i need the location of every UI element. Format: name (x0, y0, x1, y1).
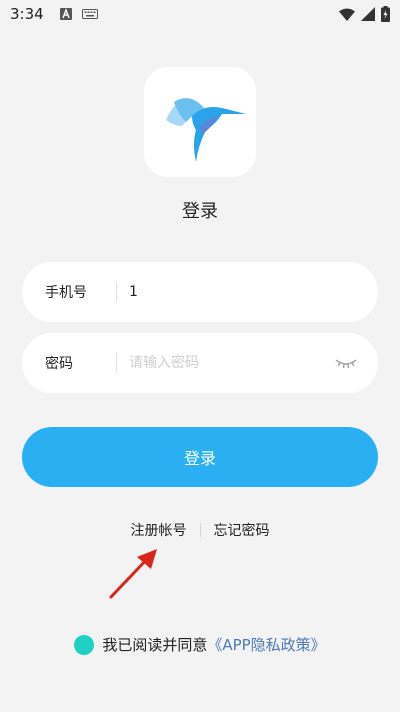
text-a-icon (59, 8, 72, 20)
phone-field-label: 手机号 (45, 285, 87, 301)
password-field[interactable]: 密码 (22, 333, 378, 393)
phone-input[interactable] (117, 262, 378, 322)
login-button[interactable]: 登录 (22, 427, 378, 487)
link-divider (199, 523, 201, 537)
links-row: 注册帐号 忘记密码 (0, 520, 400, 540)
agreement-row: 我已阅读并同意 《APP隐私政策》 (0, 634, 400, 655)
app-logo (144, 67, 256, 177)
status-bar: 3:34 (0, 0, 400, 28)
register-link[interactable]: 注册帐号 (131, 520, 187, 540)
hummingbird-logo-icon (166, 98, 246, 162)
password-field-label: 密码 (45, 356, 73, 372)
wifi-icon (339, 8, 355, 21)
password-input[interactable] (117, 333, 328, 393)
agree-checkbox[interactable] (74, 634, 95, 655)
phone-field[interactable]: 手机号 (22, 262, 378, 322)
status-time: 3:34 (10, 5, 44, 23)
forgot-password-link[interactable]: 忘记密码 (214, 520, 270, 540)
keyboard-icon (81, 8, 98, 20)
battery-charging-icon (381, 6, 390, 22)
eye-closed-icon[interactable] (328, 357, 364, 369)
status-icons-left (59, 8, 98, 20)
privacy-policy-link[interactable]: 《APP隐私政策》 (207, 634, 325, 655)
agreement-text: 我已阅读并同意 (102, 636, 208, 654)
status-icons-right (339, 6, 390, 22)
signal-icon (361, 7, 375, 21)
red-arrow-icon (109, 549, 157, 599)
page-title: 登录 (182, 201, 218, 222)
